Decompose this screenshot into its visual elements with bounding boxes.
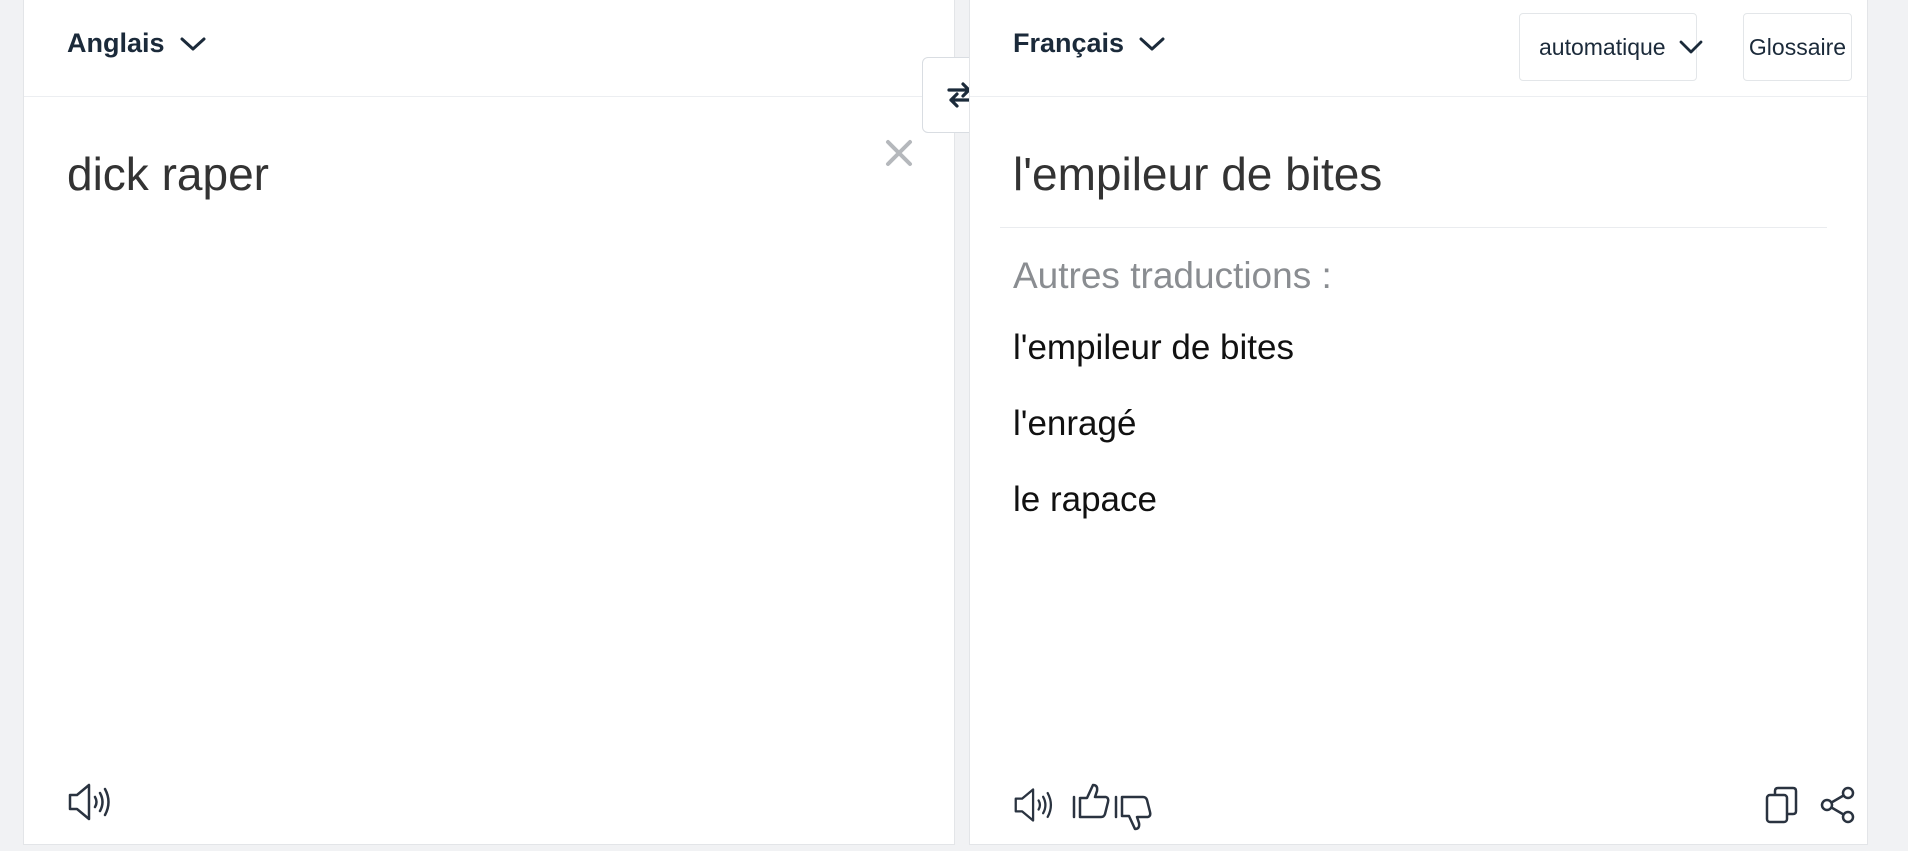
target-header: Français automatique Glossaire — [970, 0, 1867, 97]
alternative-translation[interactable]: l'enragé — [1013, 404, 1136, 444]
source-header: Anglais — [24, 0, 954, 97]
copy-icon[interactable] — [1764, 785, 1800, 825]
formality-dropdown[interactable]: automatique — [1519, 13, 1702, 81]
alternative-translation[interactable]: l'empileur de bites — [1013, 328, 1294, 368]
alternatives-title: Autres traductions : — [1013, 255, 1332, 296]
source-language-label: Anglais — [67, 28, 165, 58]
chevron-down-icon — [179, 35, 207, 53]
target-language-selector[interactable]: Français — [1013, 28, 1166, 59]
source-panel: Anglais dick raper — [23, 0, 955, 845]
target-panel: Français automatique Glossaire l'empileu… — [969, 0, 1868, 845]
thumbs-down-icon[interactable] — [1113, 793, 1153, 833]
chevron-down-icon — [1678, 39, 1704, 55]
alternative-translation[interactable]: le rapace — [1013, 480, 1157, 520]
close-icon[interactable] — [882, 136, 916, 170]
speaker-icon[interactable] — [1013, 785, 1055, 825]
speaker-icon[interactable] — [67, 781, 113, 823]
thumbs-up-icon[interactable] — [1071, 781, 1111, 821]
target-language-label: Français — [1013, 28, 1125, 58]
glossary-label: Glossaire — [1748, 33, 1847, 60]
share-icon[interactable] — [1819, 785, 1857, 825]
source-language-selector[interactable]: Anglais — [67, 28, 207, 59]
source-text-input[interactable]: dick raper — [67, 147, 269, 201]
divider — [1000, 227, 1827, 228]
formality-label: automatique — [1539, 33, 1666, 60]
main-translation: l'empileur de bites — [1013, 148, 1383, 200]
chevron-down-icon — [1138, 35, 1166, 53]
glossary-button[interactable]: Glossaire — [1743, 13, 1852, 81]
